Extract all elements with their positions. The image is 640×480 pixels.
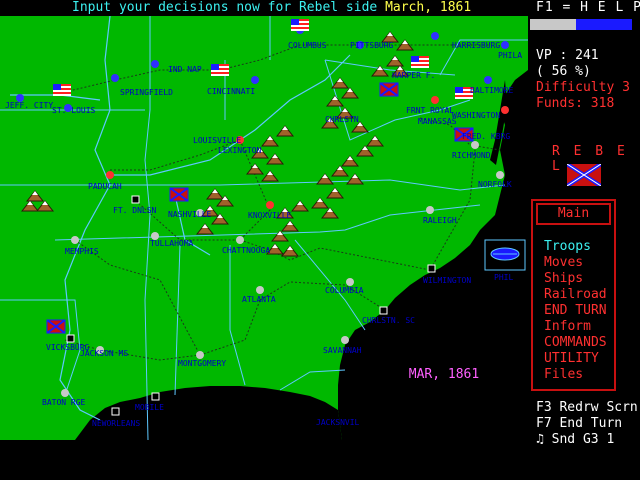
city-label-27: RALEIGH [423,216,457,225]
city-label-22: KNOXVILLE [248,211,292,220]
city-label-13: WASHINGTON [452,111,500,120]
city-label-23: NORFOLK [478,180,512,189]
turn-prompt-text: Input your decisions now for Rebel side [72,0,386,15]
menu-inform[interactable]: Inform [544,319,591,334]
help-key[interactable]: F1 = H E L P [536,0,640,15]
city-label-0: COLUMBUS [288,41,327,50]
turn-date: March, 1861 [385,0,472,15]
menu-title: Main [536,203,611,225]
city-label-26: CHATTNOOGA [222,246,270,255]
victory-progress-bar [530,19,632,30]
map-date-box: MAR, 1861 [400,367,488,383]
city-label-21: NASHVILLE [168,210,212,219]
city-label-9: HARPER F. [392,71,435,80]
city-label-36: SAVANNAH [323,346,362,355]
menu-commands[interactable]: COMMANDS [544,335,607,350]
city-label-8: ST. LOUIS [52,106,96,115]
city-label-3: PHILA [498,51,522,60]
city-label-32: CHRLSTN. SC [362,316,415,325]
ship-icon[interactable] [484,239,526,271]
city-label-7: JEFF. CITY [5,101,53,110]
city-label-35: MONTGOMERY [178,359,226,368]
city-label-11: FRNT ROYAL [406,106,454,115]
city-label-6: CINCINNATI [207,87,255,96]
city-label-10: BALTIMORE [470,86,514,95]
city-label-18: RICHMOND [452,151,491,160]
funds: Funds: 318 [536,96,615,111]
menu-railroad[interactable]: Railroad [544,287,607,302]
rebel-flag-icon [567,164,601,186]
menu-files[interactable]: Files [544,367,583,382]
menu-moves[interactable]: Moves [544,255,583,270]
city-label-2: HARRISBURG [452,41,500,50]
victory-percent: ( 56 %) [536,64,591,79]
city-label-30: COLUMBIA [325,286,364,295]
menu-end-turn[interactable]: END TURN [544,303,607,318]
city-label-20: FT. DNLSN [113,206,157,215]
city-label-15: LOUISVILLE [193,136,241,145]
difficulty-level: Difficulty 3 [536,80,630,95]
menu-utility[interactable]: UTILITY [544,351,599,366]
city-label-12: MANASSAS [418,117,457,126]
turn-prompt: Input your decisions now for Rebel side … [0,0,530,16]
city-label-29: WILMINGTON [423,276,471,285]
city-label-34: JACKSON MS [80,349,128,358]
city-label-38: MOBILE [135,403,164,412]
city-label-17: FRED. KBRG [462,132,510,141]
city-label-39: NEWORLEANS [92,419,140,428]
city-label-1: PITTSBURG [350,41,394,50]
fkey-redraw[interactable]: F3 Redrw Scrn [536,400,638,415]
city-label-24: MEMPHIS [65,247,99,256]
progress-fill [530,19,576,30]
city-label-28: PHIL [494,273,513,282]
city-label-5: SPRINGFIELD [120,88,173,97]
city-label-31: ATLANTA [242,295,276,304]
city-label-37: BATON RGE [42,398,86,407]
city-label-19: PADUCAH [88,182,122,191]
city-label-4: IND NAP [168,65,202,74]
city-label-40: JACKSNVIL [316,418,360,427]
city-label-14: CHRLSTN [325,115,359,124]
victory-points: VP : 241 [536,48,599,63]
menu-troops[interactable]: Troops [544,239,591,254]
menu-ships[interactable]: Ships [544,271,583,286]
city-label-25: TULLAHOMA [150,239,194,248]
fkey-end-turn[interactable]: F7 End Turn [536,416,622,431]
city-label-16: LEXINGTON [218,146,262,155]
fkey-sound[interactable]: ♫ Snd G3 1 [536,432,614,447]
